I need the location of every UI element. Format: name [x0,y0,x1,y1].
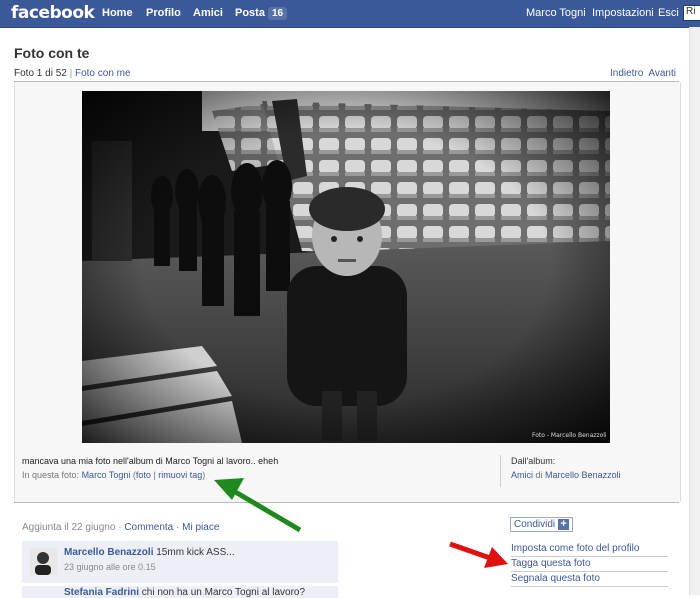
photos-with-me-link[interactable]: Foto con me [75,68,131,79]
tag-photo-link[interactable]: Tagga questa foto [511,558,668,572]
album-info: Amici di Marcello Benazzoli [511,470,621,480]
set-profile-photo-link[interactable]: Imposta come foto del profilo [511,543,668,557]
nav-profile-link[interactable]: Profilo [146,7,181,19]
comment-link[interactable]: Commenta [124,522,173,533]
red-arrow-icon [449,541,508,568]
caption-divider [500,455,501,487]
share-label: Condividi [514,519,556,530]
album-label: Dall'album: [511,456,556,466]
tagged-people: In questa foto: Marco Togni (foto | rimu… [22,470,206,480]
added-date: Aggiunta il 22 giugno [22,522,116,533]
tagged-person-link[interactable]: Marco Togni [82,470,131,480]
facebook-logo[interactable]: facebook [11,3,95,23]
avatar[interactable] [30,548,57,575]
previous-photo-link[interactable]: Indietro [610,68,643,79]
avatar-image [30,548,57,575]
nav-inbox-link[interactable]: Posta 16 [235,7,288,20]
photo-count-text: Foto 1 di 52 [14,68,67,79]
photo-caption: mancava una mia foto nell'album di Marco… [22,456,279,466]
inbox-count-badge: 16 [267,7,288,20]
nav-home-link[interactable]: Home [102,7,133,19]
next-photo-link[interactable]: Avanti [648,68,676,79]
report-photo-link[interactable]: Segnala questa foto [511,573,668,587]
album-owner-link[interactable]: Marcello Benazzoli [545,470,621,480]
search-input[interactable]: Ri [683,5,700,21]
tagged-person-photos-link[interactable]: foto [136,470,151,480]
separator: | [69,68,73,79]
dot-separator: · [176,522,180,533]
nav-inbox-label: Posta [235,7,265,19]
comment-author-link[interactable]: Marcello Benazzoli [64,547,153,558]
added-meta: Aggiunta il 22 giugno · Commenta · Mi pi… [22,522,219,533]
in-photo-label: In questa foto: [22,470,80,480]
photo-pager: Indietro Avanti [610,68,676,79]
dot-separator: · [118,522,122,533]
like-link[interactable]: Mi piace [182,522,219,533]
divider [14,502,679,503]
comment-item: Stefania Fadrini chi non ha un Marco Tog… [22,586,338,598]
comment-author-link[interactable]: Stefania Fadrini [64,587,139,598]
comment-item: Marcello Benazzoli 15mm kick ASS... 23 g… [22,541,338,583]
photo-illustration: Foto - Marcello Benazzoli [82,91,610,443]
page-title: Foto con te [14,45,90,61]
album-name-link[interactable]: Amici [511,470,533,480]
photo-count: Foto 1 di 52 | Foto con me [14,68,131,79]
nav-friends-link[interactable]: Amici [193,7,223,19]
photo-credit: Foto - Marcello Benazzoli [532,432,607,439]
album-of: di [535,470,543,480]
plus-icon: + [558,518,570,530]
comment-timestamp: 23 giugno alle ore 0.15 [64,562,156,572]
top-navigation-bar: facebook Home Profilo Amici Posta 16 Marc… [0,0,700,28]
comment-text: 15mm kick ASS... [156,547,235,558]
remove-tag-link[interactable]: rimuovi tag [158,470,202,480]
share-button[interactable]: Condividi + [510,517,574,532]
comment-text: chi non ha un Marco Togni al lavoro? [141,587,306,598]
scrollbar[interactable] [689,27,700,595]
nav-logout-link[interactable]: Esci [658,7,679,19]
nav-settings-link[interactable]: Impostazioni [592,7,654,19]
main-photo[interactable]: Foto - Marcello Benazzoli [82,91,610,443]
nav-user-link[interactable]: Marco Togni [526,7,586,19]
